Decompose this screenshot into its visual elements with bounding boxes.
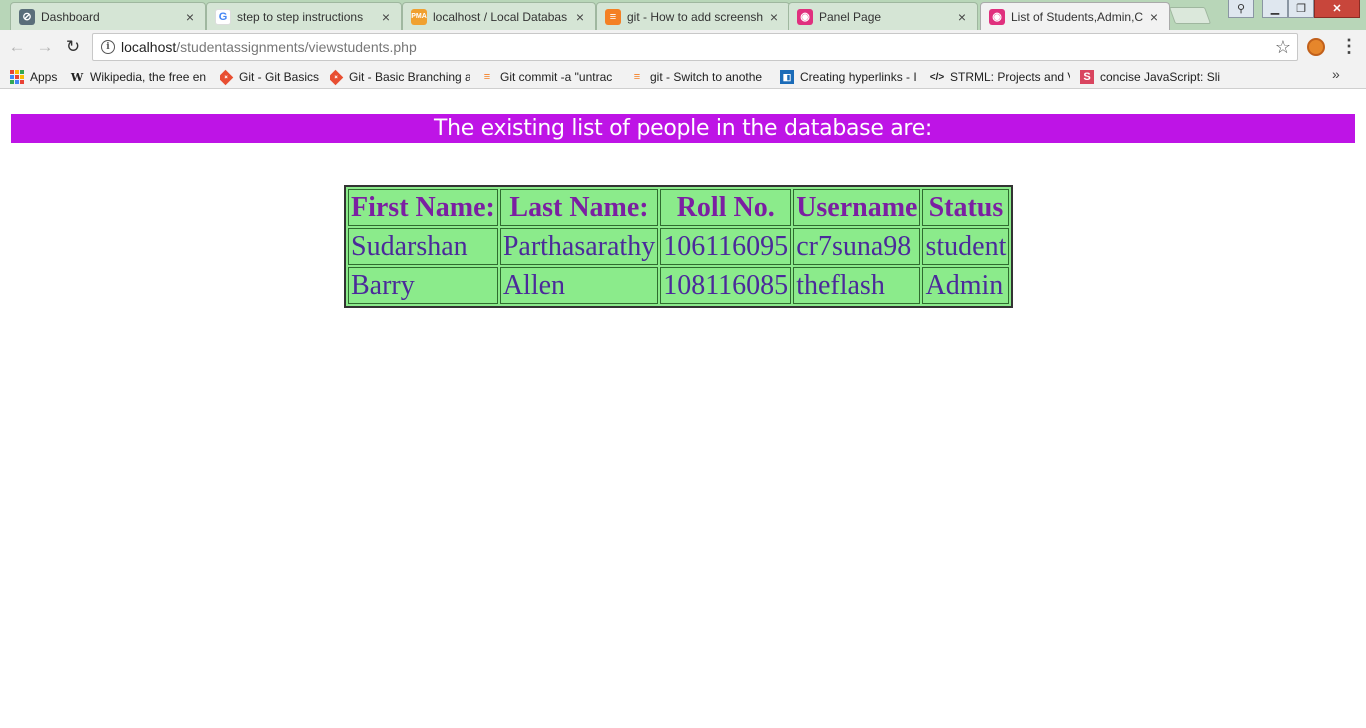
bookmarks-bar: Apps W Wikipedia, the free en + Git - Gi…	[0, 64, 1366, 89]
dashboard-icon: ⊘	[19, 8, 35, 25]
reload-icon[interactable]: ↻	[62, 36, 84, 58]
book-icon: ◧	[780, 70, 794, 84]
apps-grid-icon	[10, 70, 24, 84]
tab-title: Dashboard	[41, 9, 100, 24]
back-arrow-icon[interactable]: ←	[6, 36, 28, 58]
bookmark-concise-js[interactable]: S concise JavaScript: Sli	[1080, 67, 1220, 87]
menu-icon[interactable]: ⋮	[1340, 36, 1358, 58]
extension-icon[interactable]	[1307, 38, 1325, 56]
bookmark-git-basics[interactable]: + Git - Git Basics	[220, 67, 322, 87]
stackoverflow-icon: ≡	[605, 8, 621, 25]
phpmyadmin-icon: PMA	[411, 8, 427, 25]
new-tab-button[interactable]	[1168, 7, 1212, 24]
profile-icon[interactable]: ⚲	[1228, 0, 1254, 18]
close-icon[interactable]: ×	[183, 9, 197, 25]
window-close-button[interactable]: ✕	[1314, 0, 1360, 18]
tab-title: List of Students,Admin,Cl	[1011, 9, 1143, 24]
header-first-name: First Name:	[348, 189, 498, 226]
google-icon: G	[215, 8, 231, 25]
close-icon[interactable]: ×	[767, 9, 781, 25]
page-icon: ◉	[797, 8, 813, 25]
maximize-button[interactable]: ❐	[1288, 0, 1314, 18]
minimize-button[interactable]: ▁	[1262, 0, 1288, 18]
bookmark-git-branching[interactable]: + Git - Basic Branching a	[330, 67, 470, 87]
tab-list-of-students[interactable]: ◉ List of Students,Admin,Cl ×	[980, 2, 1170, 30]
close-icon[interactable]: ×	[1147, 9, 1161, 25]
url-host: localhost	[121, 39, 177, 55]
slides-icon: S	[1080, 70, 1094, 84]
url-path: /studentassignments/viewstudents.php	[176, 39, 417, 55]
bookmark-wikipedia[interactable]: W Wikipedia, the free en	[70, 67, 210, 87]
tab-strip: ⊘ Dashboard × G step to step instruction…	[0, 0, 1366, 30]
bookmarks-overflow-icon[interactable]: »	[1332, 66, 1340, 82]
cell-first-name: Sudarshan	[348, 228, 498, 265]
tab-step-instructions[interactable]: G step to step instructions ×	[206, 2, 402, 30]
students-table: First Name: Last Name: Roll No. Username…	[344, 185, 1014, 308]
cell-username: cr7suna98	[793, 228, 921, 265]
code-icon: </>	[930, 71, 945, 83]
table-header-row: First Name: Last Name: Roll No. Username…	[348, 189, 1010, 226]
bookmark-git-switch[interactable]: ≡ git - Switch to anothe	[630, 67, 770, 87]
cell-roll-no: 108116085	[660, 267, 792, 304]
page-icon: ◉	[989, 8, 1005, 25]
tab-title: localhost / Local Databas	[433, 9, 568, 24]
bookmark-strml[interactable]: </> STRML: Projects and V	[930, 67, 1070, 87]
bookmark-apps[interactable]: Apps	[10, 67, 62, 87]
header-last-name: Last Name:	[499, 189, 659, 226]
cell-username: theflash	[793, 267, 921, 304]
tab-title: Panel Page	[819, 9, 882, 24]
cell-first-name: Barry	[348, 267, 498, 304]
wikipedia-icon: W	[70, 70, 84, 84]
close-icon[interactable]: ×	[379, 9, 393, 25]
header-status: Status	[922, 189, 1010, 226]
stackoverflow-icon: ≡	[483, 71, 491, 83]
bookmark-star-icon[interactable]: ☆	[1275, 37, 1291, 58]
browser-toolbar: ← → ↻ i localhost /studentassignments/vi…	[0, 30, 1366, 64]
forward-arrow-icon[interactable]: →	[34, 36, 56, 58]
header-roll-no: Roll No.	[660, 189, 792, 226]
cell-last-name: Allen	[499, 267, 659, 304]
close-icon[interactable]: ×	[573, 9, 587, 25]
tab-phpmyadmin[interactable]: PMA localhost / Local Databas ×	[402, 2, 596, 30]
address-bar[interactable]: i localhost /studentassignments/viewstud…	[92, 33, 1298, 61]
git-icon: +	[220, 69, 234, 85]
stackoverflow-icon: ≡	[633, 71, 641, 83]
tab-title: git - How to add screensh	[627, 9, 763, 24]
tab-panel-page[interactable]: ◉ Panel Page ×	[788, 2, 978, 30]
cell-last-name: Parthasarathy	[499, 228, 659, 265]
close-icon[interactable]: ×	[955, 9, 969, 25]
page-banner: The existing list of people in the datab…	[11, 114, 1355, 143]
cell-status: Admin	[922, 267, 1010, 304]
bookmark-creating-hyperlinks[interactable]: ◧ Creating hyperlinks - I	[780, 67, 920, 87]
header-username: Username	[793, 189, 921, 226]
page-content: The existing list of people in the datab…	[0, 90, 1366, 728]
cell-status: student	[922, 228, 1010, 265]
info-icon[interactable]: i	[101, 40, 115, 54]
table-row: Sudarshan Parthasarathy 106116095 cr7sun…	[348, 228, 1010, 265]
git-icon: +	[330, 69, 344, 85]
tab-git-screenshot[interactable]: ≡ git - How to add screensh ×	[596, 2, 790, 30]
bookmark-git-commit[interactable]: ≡ Git commit -a "untrac	[480, 67, 620, 87]
table-row: Barry Allen 108116085 theflash Admin	[348, 267, 1010, 304]
tab-dashboard[interactable]: ⊘ Dashboard ×	[10, 2, 206, 30]
tab-title: step to step instructions	[237, 9, 364, 24]
cell-roll-no: 106116095	[660, 228, 792, 265]
